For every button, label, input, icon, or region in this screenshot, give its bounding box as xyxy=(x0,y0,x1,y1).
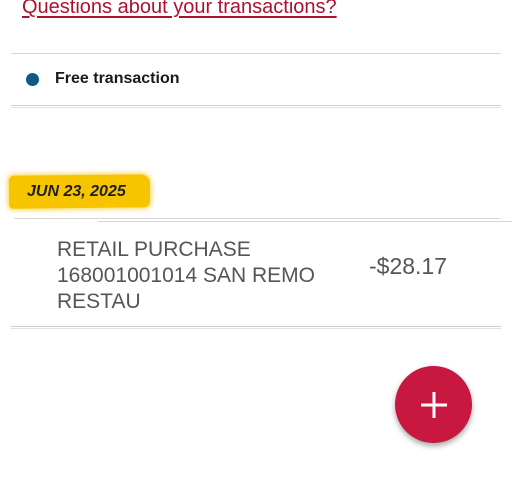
divider xyxy=(14,218,500,219)
transactions-help-link[interactable]: Questions about your transactions? xyxy=(22,0,337,19)
add-fab-button[interactable] xyxy=(395,366,472,443)
divider xyxy=(11,53,501,54)
divider xyxy=(98,221,512,222)
divider xyxy=(11,326,501,329)
transaction-amount[interactable]: -$28.17 xyxy=(369,253,447,280)
divider xyxy=(11,105,501,108)
legend-label: Free transaction xyxy=(55,70,180,87)
legend-free-transaction: Free transaction xyxy=(26,70,179,88)
plus-icon xyxy=(420,391,447,418)
transactions-page: Questions about your transactions? Free … xyxy=(0,0,512,499)
free-transaction-dot-icon xyxy=(26,72,39,86)
date-header: JUN 23, 2025 xyxy=(27,183,126,200)
transaction-description[interactable]: RETAIL PURCHASE 168001001014 SAN REMO RE… xyxy=(57,237,357,315)
